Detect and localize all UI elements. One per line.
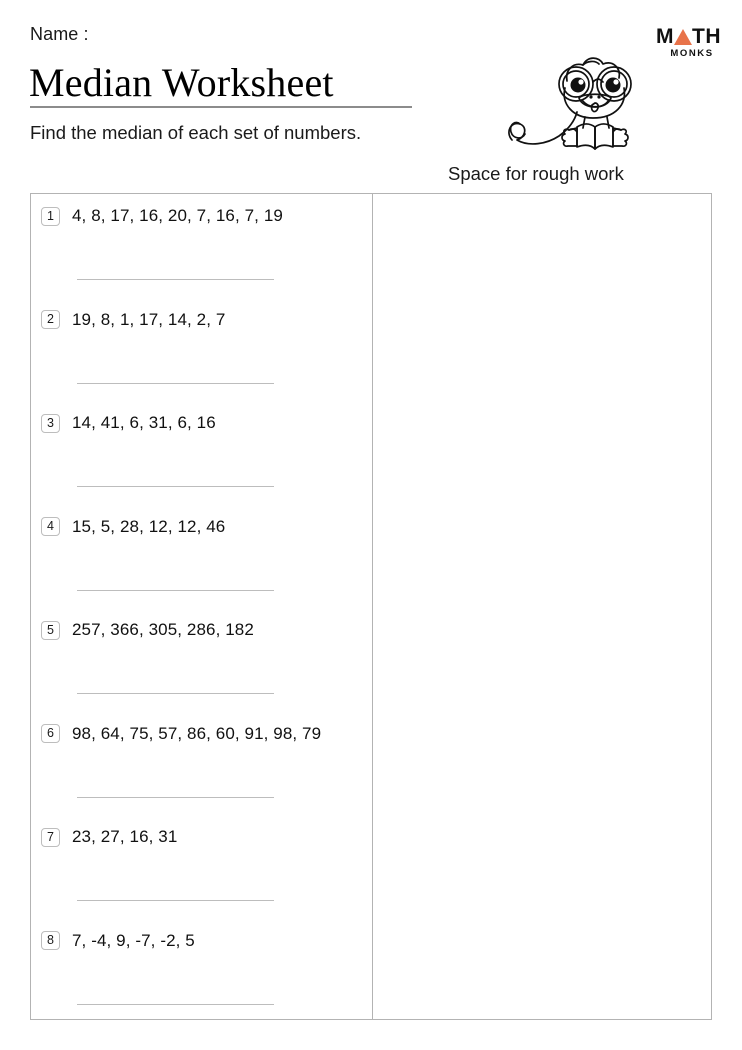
- answer-line[interactable]: [77, 279, 274, 280]
- questions-column: 1 4, 8, 17, 16, 20, 7, 16, 7, 19 2 19, 8…: [31, 194, 373, 1019]
- question-number: 8: [41, 931, 60, 950]
- question-number: 4: [41, 517, 60, 536]
- table-row: 3 14, 41, 6, 31, 6, 16: [31, 401, 372, 505]
- question-header: 3 14, 41, 6, 31, 6, 16: [41, 413, 216, 433]
- triangle-icon: [674, 29, 692, 45]
- answer-line[interactable]: [77, 382, 274, 384]
- question-text: 257, 366, 305, 286, 182: [72, 620, 254, 639]
- monkey-reading-book-icon: [503, 48, 668, 153]
- question-text: 98, 64, 75, 57, 86, 60, 91, 98, 79: [72, 723, 322, 743]
- answer-line[interactable]: [77, 900, 274, 901]
- question-header: 1 4, 8, 17, 16, 20, 7, 16, 7, 19: [41, 206, 283, 226]
- question-number: 6: [41, 724, 60, 743]
- answer-line[interactable]: [77, 796, 274, 798]
- logo-wordmark: M TH: [656, 26, 728, 47]
- table-row: 5 257, 366, 305, 286, 182: [31, 608, 372, 712]
- table-row: 7 23, 27, 16, 31: [31, 815, 372, 919]
- question-number: 1: [41, 206, 60, 226]
- question-text: 15, 5, 28, 12, 12, 46: [72, 516, 226, 536]
- table-row: 1 4, 8, 17, 16, 20, 7, 16, 7, 19: [31, 194, 372, 298]
- name-label: Name :: [30, 24, 89, 44]
- answer-line[interactable]: [77, 693, 274, 694]
- table-row: 2 19, 8, 1, 17, 14, 2, 7: [31, 298, 372, 402]
- question-text: 19, 8, 1, 17, 14, 2, 7: [72, 309, 226, 329]
- question-number: 7: [41, 827, 60, 847]
- question-text: 7, -4, 9, -7, -2, 5: [72, 930, 195, 950]
- question-text: 14, 41, 6, 31, 6, 16: [72, 413, 216, 432]
- question-header: 4 15, 5, 28, 12, 12, 46: [41, 517, 225, 537]
- question-number: 3: [41, 413, 60, 433]
- question-number: 5: [41, 620, 60, 640]
- table-row: 6 98, 64, 75, 57, 86, 60, 91, 98, 79: [31, 712, 372, 816]
- question-number: 2: [41, 310, 60, 329]
- question-header: 2 19, 8, 1, 17, 14, 2, 7: [41, 310, 225, 330]
- page-title: Median Worksheet: [29, 60, 334, 105]
- logo-wordmark-pre: M: [656, 25, 674, 48]
- logo-wordmark-post: TH: [692, 25, 721, 48]
- rough-work-area[interactable]: [373, 194, 711, 1019]
- answer-line[interactable]: [77, 589, 274, 591]
- question-text: 23, 27, 16, 31: [72, 827, 178, 846]
- question-header: 8 7, -4, 9, -7, -2, 5: [41, 931, 195, 951]
- title-underline-rule: [30, 106, 412, 108]
- question-header: 5 257, 366, 305, 286, 182: [41, 620, 254, 640]
- answer-line[interactable]: [77, 1003, 274, 1005]
- rough-work-label: Space for rough work: [448, 163, 624, 184]
- table-row: 4 15, 5, 28, 12, 12, 46: [31, 505, 372, 609]
- question-header: 6 98, 64, 75, 57, 86, 60, 91, 98, 79: [41, 724, 321, 744]
- worksheet-header: Name : Median Worksheet Find the median …: [0, 0, 742, 193]
- answer-line[interactable]: [77, 486, 274, 487]
- table-row: 8 7, -4, 9, -7, -2, 5: [31, 919, 372, 1023]
- question-header: 7 23, 27, 16, 31: [41, 827, 177, 847]
- question-text: 4, 8, 17, 16, 20, 7, 16, 7, 19: [72, 206, 283, 225]
- instruction-text: Find the median of each set of numbers.: [30, 122, 362, 143]
- worksheet-table: 1 4, 8, 17, 16, 20, 7, 16, 7, 19 2 19, 8…: [30, 193, 712, 1020]
